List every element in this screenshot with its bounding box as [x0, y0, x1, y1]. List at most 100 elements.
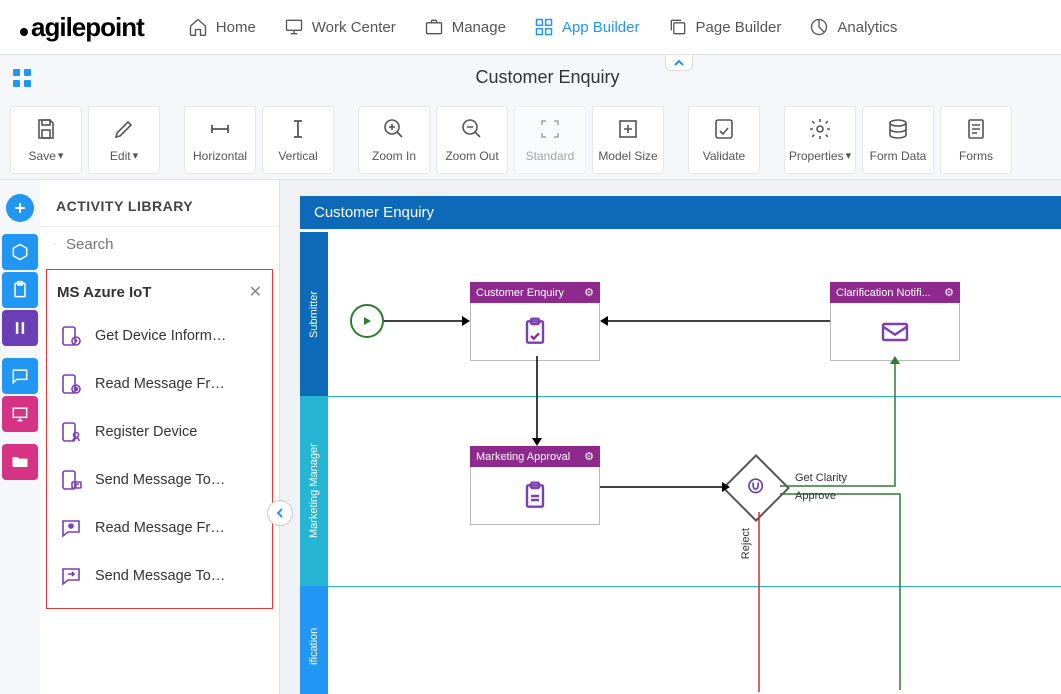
- nav-manage[interactable]: Manage: [410, 9, 520, 45]
- activity-label: Read Message Fr…: [95, 520, 225, 536]
- activity-read-message-2[interactable]: Read Message Fr…: [55, 504, 268, 552]
- forms-button[interactable]: Forms: [940, 106, 1012, 174]
- nav-work-center[interactable]: Work Center: [270, 9, 410, 45]
- edge-label-reject: Reject: [740, 528, 752, 559]
- search-icon: [54, 235, 56, 253]
- activity-register-device[interactable]: Register Device: [55, 408, 268, 456]
- form-data-button[interactable]: Form Data: [862, 106, 934, 174]
- plus-icon: [10, 198, 30, 218]
- horizontal-button[interactable]: Horizontal: [184, 106, 256, 174]
- activity-label: Register Device: [95, 424, 197, 440]
- read-message-icon: [59, 372, 83, 396]
- home-icon: [188, 17, 208, 37]
- gateway-icon: [746, 476, 766, 496]
- tool-label: Edit▾: [110, 149, 138, 163]
- present-icon: [10, 404, 30, 424]
- folder-icon: [10, 452, 30, 472]
- rail-pause-button[interactable]: [2, 310, 38, 346]
- send-message-icon: [59, 468, 83, 492]
- activity-send-message-2[interactable]: Send Message To…: [55, 552, 268, 600]
- activity-label: Read Message Fr…: [95, 376, 225, 392]
- chat-icon: [10, 366, 30, 386]
- tool-label: Model Size: [598, 149, 657, 163]
- validate-button[interactable]: Validate: [688, 106, 760, 174]
- register-device-icon: [59, 420, 83, 444]
- rail-chat-button[interactable]: [2, 358, 38, 394]
- collapse-top-tab[interactable]: [665, 55, 693, 71]
- grid-icon: [534, 17, 554, 37]
- gear-icon[interactable]: ⚙: [584, 450, 594, 463]
- tool-label: Save▾: [29, 149, 64, 163]
- gear-icon: [808, 117, 832, 141]
- nav-label: Manage: [452, 19, 506, 36]
- edit-button[interactable]: Edit▾: [88, 106, 160, 174]
- rail-shape-button[interactable]: [2, 234, 38, 270]
- canvas[interactable]: Customer Enquiry Submitter Marketing Man…: [300, 196, 1061, 694]
- pie-icon: [809, 17, 829, 37]
- nav-label: Analytics: [837, 19, 897, 36]
- activity-get-device[interactable]: Get Device Inform…: [55, 312, 268, 360]
- toolbar: Save▾ Edit▾ Horizontal Vertical Zoom In …: [0, 100, 1061, 180]
- left-rail: [0, 180, 40, 694]
- align-v-icon: [286, 117, 310, 141]
- nav-home[interactable]: Home: [174, 9, 270, 45]
- rail-present-button[interactable]: [2, 396, 38, 432]
- customer-enquiry-node[interactable]: Customer Enquiry⚙: [470, 282, 600, 361]
- align-h-icon: [208, 117, 232, 141]
- model-size-button[interactable]: Model Size: [592, 106, 664, 174]
- node-title: Clarification Notifi...: [836, 287, 931, 299]
- mail-icon: [879, 316, 911, 348]
- activity-send-message[interactable]: Send Message To…: [55, 456, 268, 504]
- tool-label: Forms: [959, 149, 993, 163]
- add-button[interactable]: [6, 194, 34, 222]
- swimlanes: Submitter Marketing Manager ification: [300, 232, 328, 694]
- tool-label: Standard: [526, 149, 575, 163]
- marketing-approval-node[interactable]: Marketing Approval⚙: [470, 446, 600, 525]
- hexagon-icon: [10, 242, 30, 262]
- gear-icon[interactable]: ⚙: [584, 286, 594, 299]
- apps-icon[interactable]: [10, 66, 34, 90]
- standard-button[interactable]: Standard: [514, 106, 586, 174]
- start-node[interactable]: [350, 304, 384, 338]
- tool-label: Zoom Out: [445, 149, 498, 163]
- category-title: MS Azure IoT: [57, 284, 151, 301]
- nav-analytics[interactable]: Analytics: [795, 9, 911, 45]
- lane-ification: ification: [300, 586, 328, 694]
- panel-title: ACTIVITY LIBRARY: [40, 180, 279, 226]
- gear-icon[interactable]: ⚙: [944, 286, 954, 299]
- top-nav: agilepoint Home Work Center Manage App B…: [0, 0, 1061, 55]
- properties-button[interactable]: Properties▾: [784, 106, 856, 174]
- pause-icon: [10, 318, 30, 338]
- title-bar: Customer Enquiry: [0, 55, 1061, 100]
- clipboard-lines-icon: [519, 480, 551, 512]
- save-icon: [34, 117, 58, 141]
- activity-panel: ACTIVITY LIBRARY MS Azure IoT ✕ Get Devi…: [40, 180, 280, 694]
- lane-submitter: Submitter: [300, 232, 328, 396]
- clarification-node[interactable]: Clarification Notifi... ⚙: [830, 282, 960, 361]
- vertical-button[interactable]: Vertical: [262, 106, 334, 174]
- nav-label: App Builder: [562, 19, 640, 36]
- panel-collapse-button[interactable]: [267, 500, 293, 526]
- save-button[interactable]: Save▾: [10, 106, 82, 174]
- chevron-up-icon: [673, 58, 685, 68]
- search-input[interactable]: [66, 236, 265, 253]
- edit-icon: [112, 117, 136, 141]
- activity-read-message[interactable]: Read Message Fr…: [55, 360, 268, 408]
- play-icon: [361, 315, 373, 327]
- nav-label: Work Center: [312, 19, 396, 36]
- zoom-in-button[interactable]: Zoom In: [358, 106, 430, 174]
- database-icon: [886, 117, 910, 141]
- briefcase-icon: [424, 17, 444, 37]
- canvas-wrap: Customer Enquiry Submitter Marketing Man…: [280, 180, 1061, 694]
- rail-clipboard-button[interactable]: [2, 272, 38, 308]
- edge-arrow: [600, 480, 730, 494]
- tool-label: Properties▾: [789, 149, 851, 163]
- rail-folder-button[interactable]: [2, 444, 38, 480]
- nav-app-builder[interactable]: App Builder: [520, 9, 654, 45]
- frame-icon: [538, 117, 562, 141]
- tool-label: Validate: [703, 149, 745, 163]
- close-icon[interactable]: ✕: [249, 282, 262, 302]
- zoom-out-button[interactable]: Zoom Out: [436, 106, 508, 174]
- nav-page-builder[interactable]: Page Builder: [654, 9, 796, 45]
- forms-icon: [964, 117, 988, 141]
